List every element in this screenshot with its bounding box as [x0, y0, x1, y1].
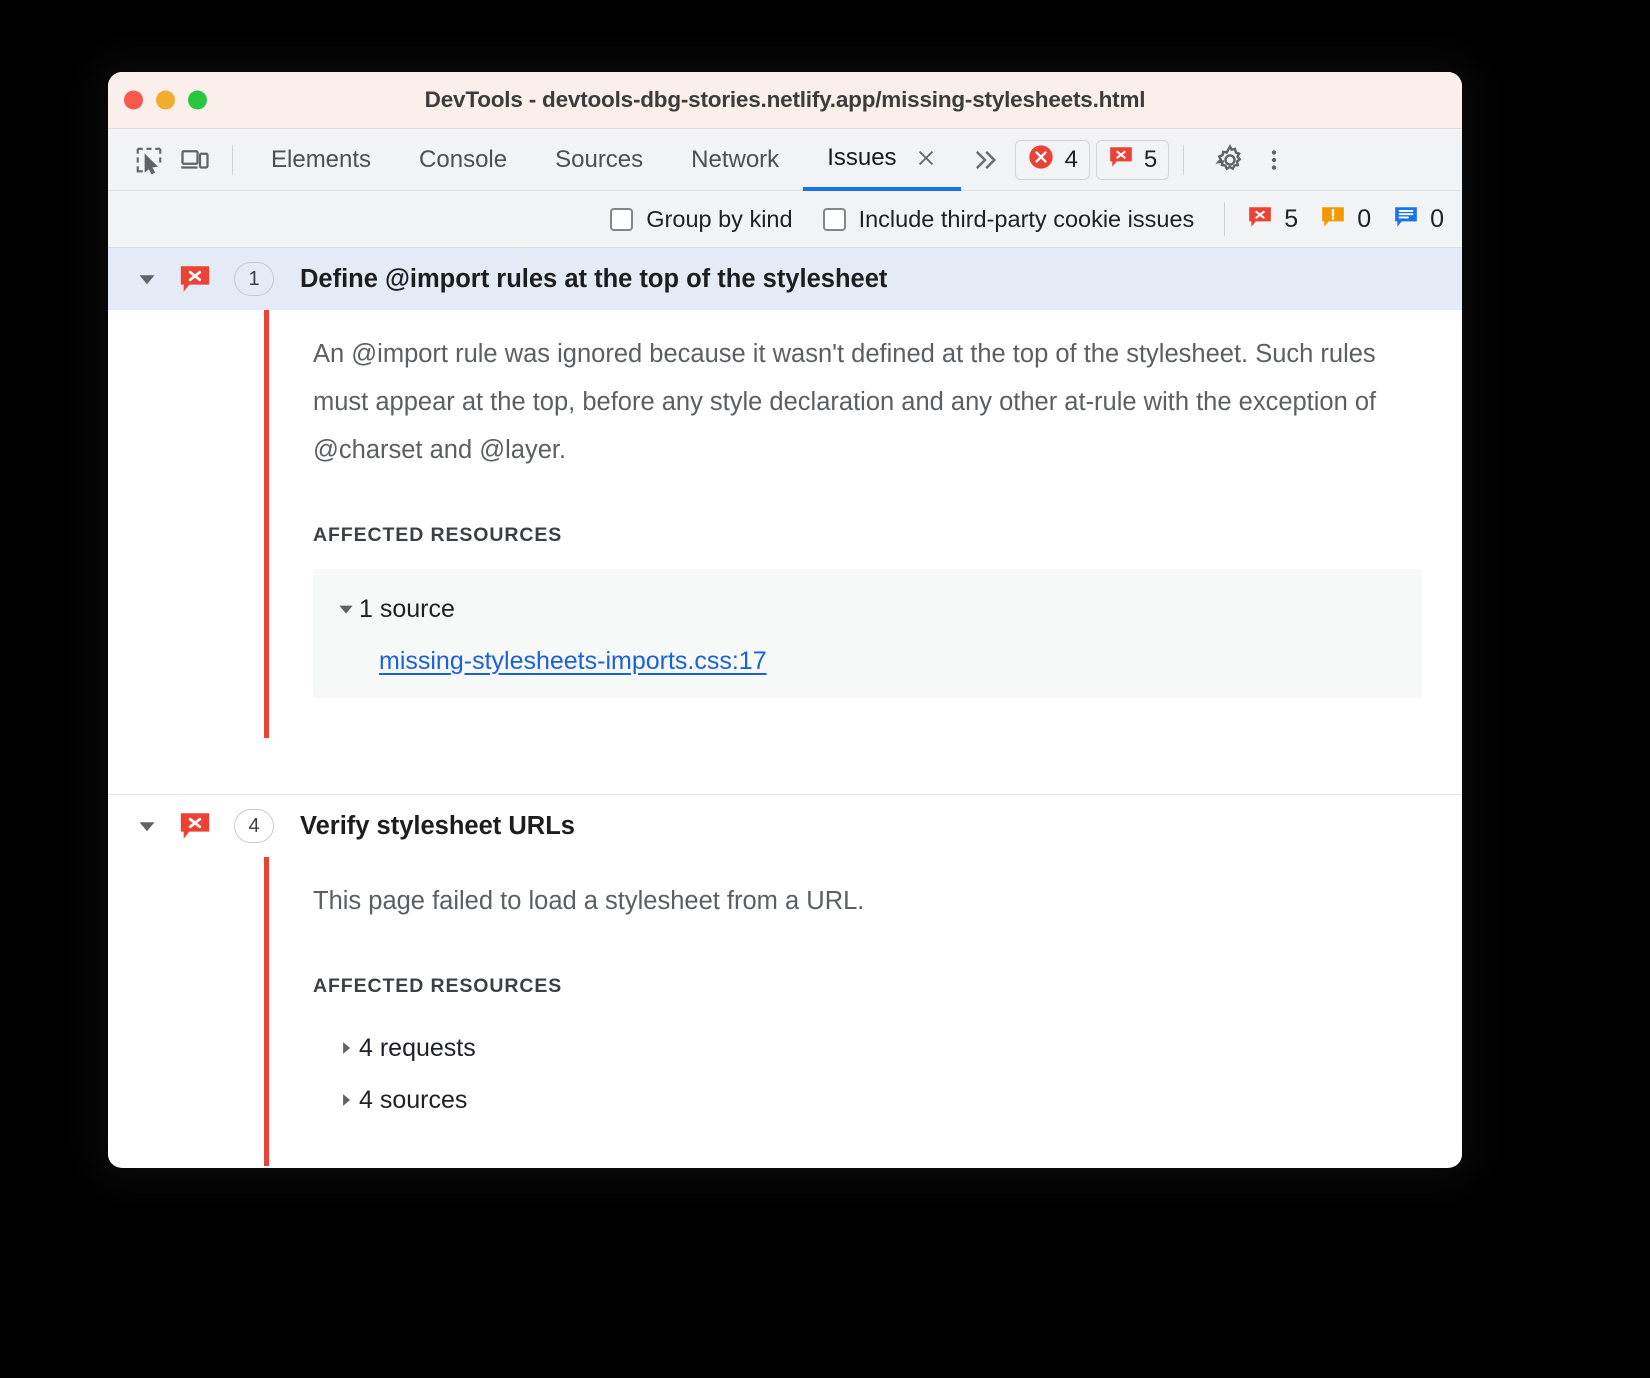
filterbar-divider [1224, 202, 1225, 236]
tab-sources-label: Sources [555, 146, 643, 174]
tab-network-label: Network [691, 146, 779, 174]
issue-body-spacer-1 [269, 698, 1462, 738]
issues-count-value: 5 [1144, 146, 1157, 174]
tab-console-label: Console [419, 146, 507, 174]
resource-group-label-requests: 4 requests [359, 1034, 476, 1063]
resource-group-toggle-sources[interactable]: 4 sources [313, 1074, 1422, 1126]
chevron-down-icon[interactable] [335, 601, 357, 617]
panel-tabs: Elements Console Sources Network Issues [247, 129, 961, 191]
issues-list: 1 Define @import rules at the top of the… [108, 248, 1462, 1166]
chevron-right-icon[interactable] [335, 1093, 357, 1107]
minimize-window-button[interactable] [156, 91, 175, 110]
affected-resources-label-1: AFFECTED RESOURCES [313, 524, 1422, 547]
affected-resources-label-2: AFFECTED RESOURCES [313, 975, 1422, 998]
resource-group-toggle-requests[interactable]: 4 requests [313, 1022, 1422, 1074]
issue-description-2: This page failed to load a stylesheet fr… [313, 877, 1422, 925]
gear-icon[interactable] [1206, 136, 1254, 184]
issue-bubble-warning-icon [1320, 204, 1346, 235]
info-issues-counter: 0 [1393, 204, 1444, 235]
chevron-down-icon[interactable] [134, 817, 160, 835]
window-controls [124, 91, 207, 110]
tab-console[interactable]: Console [395, 129, 531, 191]
affected-resources-block-1: 1 source missing-stylesheets-imports.css… [313, 569, 1422, 698]
chevron-right-icon[interactable] [335, 1041, 357, 1055]
affected-source-link-1[interactable]: missing-stylesheets-imports.css:17 [379, 647, 767, 676]
group-by-kind-label: Group by kind [646, 206, 792, 233]
error-count-value: 4 [1065, 146, 1078, 174]
group-by-kind-checkbox-row[interactable]: Group by kind [610, 206, 792, 233]
issue-bubble-error-icon [178, 809, 212, 843]
tab-network[interactable]: Network [667, 129, 803, 191]
devtools-window: DevTools - devtools-dbg-stories.netlify.… [108, 72, 1462, 1168]
issue-title-1: Define @import rules at the top of the s… [300, 265, 887, 294]
error-count-badge[interactable]: 4 [1015, 140, 1090, 180]
issue-body-1: An @import rule was ignored because it w… [264, 310, 1462, 738]
warning-issues-count: 0 [1357, 205, 1371, 234]
issue-description-1: An @import rule was ignored because it w… [313, 330, 1422, 474]
tab-issues-label: Issues [827, 144, 896, 172]
screenshot-root: DevTools - devtools-dbg-stories.netlify.… [0, 0, 1650, 1378]
window-title: DevTools - devtools-dbg-stories.netlify.… [108, 87, 1462, 113]
tab-elements[interactable]: Elements [247, 129, 395, 191]
devtools-toolbar: Elements Console Sources Network Issues [108, 129, 1462, 191]
window-titlebar: DevTools - devtools-dbg-stories.netlify.… [108, 72, 1462, 129]
issue-body-spacer-2 [269, 1126, 1462, 1166]
info-issues-count: 0 [1430, 205, 1444, 234]
device-toolbar-icon[interactable] [172, 137, 218, 183]
resource-group-toggle-1[interactable]: 1 source [313, 585, 1422, 633]
chevron-double-right-icon[interactable] [961, 129, 1009, 191]
issues-count-badge[interactable]: 5 [1096, 140, 1169, 180]
issue-bubble-error-icon [1108, 144, 1134, 175]
third-party-cookies-label: Include third-party cookie issues [859, 206, 1195, 233]
issue-bubble-error-icon [1247, 204, 1273, 235]
group-by-kind-checkbox[interactable] [610, 208, 633, 231]
error-issues-counter: 5 [1247, 204, 1298, 235]
zoom-window-button[interactable] [188, 91, 207, 110]
toolbar-divider-2 [1183, 145, 1184, 175]
tab-issues[interactable]: Issues [803, 129, 960, 191]
issue-count-chip-2: 4 [234, 809, 274, 843]
resource-group-label-sources: 4 sources [359, 1086, 467, 1115]
close-icon[interactable] [915, 147, 937, 169]
issue-row-header-1[interactable]: 1 Define @import rules at the top of the… [108, 248, 1462, 310]
inspect-element-icon[interactable] [126, 137, 172, 183]
tab-sources[interactable]: Sources [531, 129, 667, 191]
toolbar-divider [232, 145, 233, 175]
issue-title-2: Verify stylesheet URLs [300, 812, 575, 841]
issue-bubble-error-icon [178, 262, 212, 296]
tab-elements-label: Elements [271, 146, 371, 174]
issue-row-header-2[interactable]: 4 Verify stylesheet URLs [108, 795, 1462, 857]
issues-filter-bar: Group by kind Include third-party cookie… [108, 191, 1462, 248]
issue-count-chip-1: 1 [234, 262, 274, 296]
issue-body-2: This page failed to load a stylesheet fr… [264, 857, 1462, 1166]
third-party-cookies-checkbox[interactable] [823, 208, 846, 231]
third-party-cookies-checkbox-row[interactable]: Include third-party cookie issues [823, 206, 1195, 233]
error-circle-icon [1027, 143, 1055, 176]
resource-group-label-1: 1 source [359, 595, 455, 624]
warning-issues-counter: 0 [1320, 204, 1371, 235]
affected-resources-block-2: 4 requests 4 sources [313, 1022, 1422, 1126]
kebab-menu-icon[interactable] [1254, 136, 1294, 184]
error-issues-count: 5 [1284, 205, 1298, 234]
chevron-down-icon[interactable] [134, 270, 160, 288]
close-window-button[interactable] [124, 91, 143, 110]
issue-bubble-info-icon [1393, 204, 1419, 235]
